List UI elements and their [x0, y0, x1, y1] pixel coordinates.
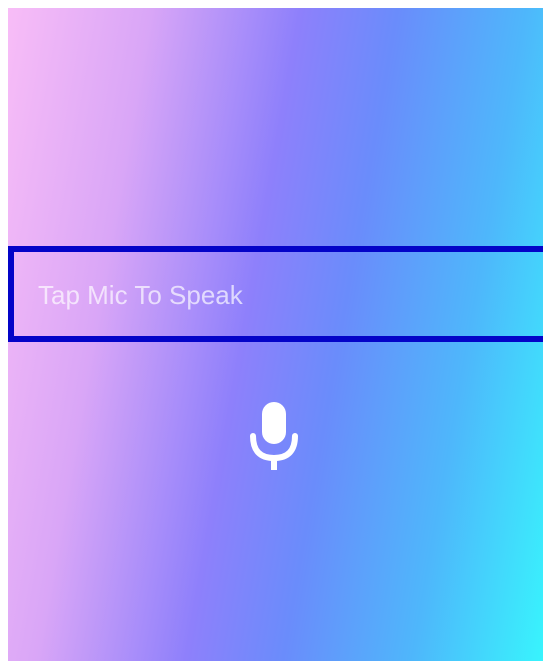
- mic-button[interactable]: [245, 398, 303, 474]
- microphone-icon: [250, 402, 298, 470]
- speech-output-box[interactable]: Tap Mic To Speak: [8, 246, 543, 342]
- app-screen: Tap Mic To Speak: [8, 8, 543, 661]
- speech-placeholder-text: Tap Mic To Speak: [38, 279, 243, 310]
